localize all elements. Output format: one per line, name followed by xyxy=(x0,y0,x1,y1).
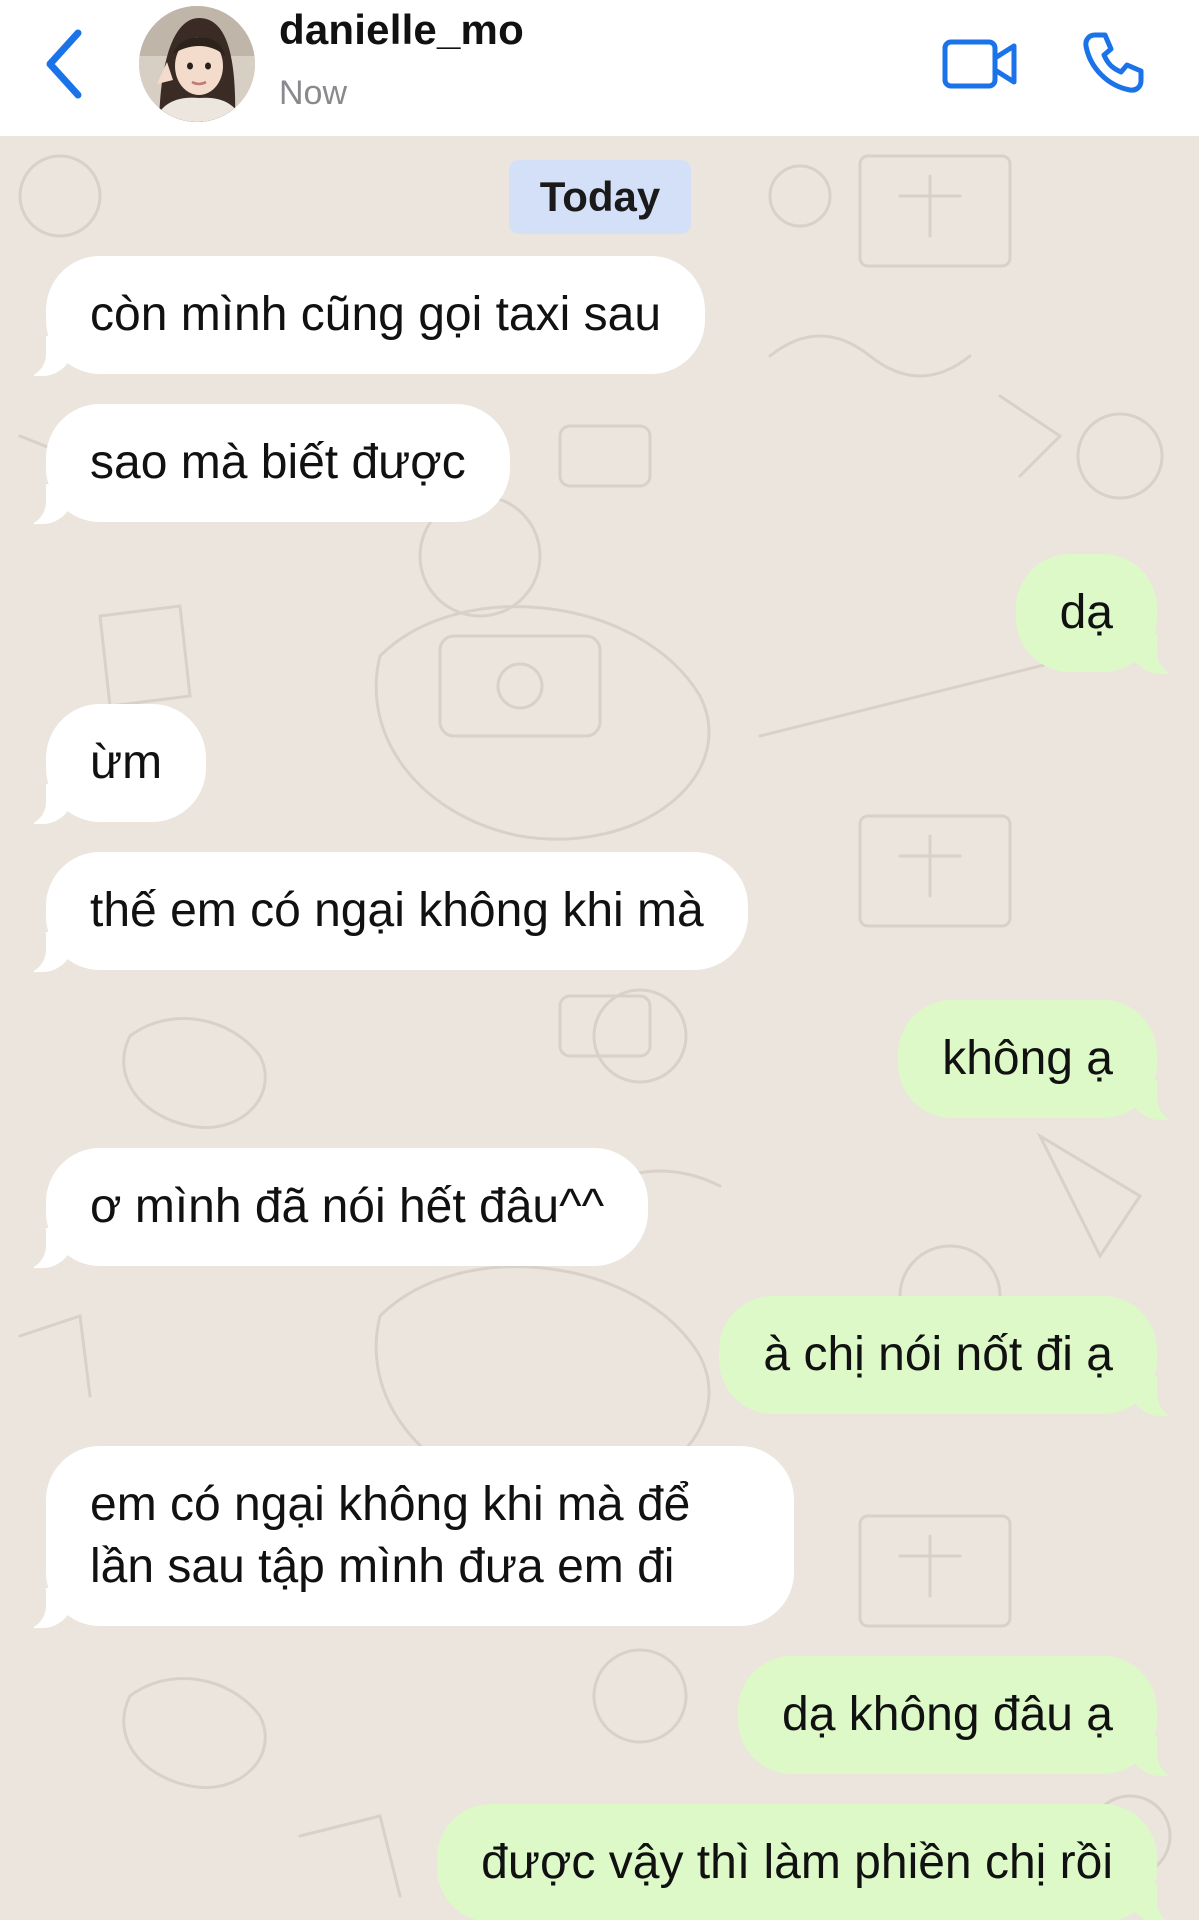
message-incoming[interactable]: thế em có ngại không khi mà xyxy=(20,852,748,974)
contact-photo xyxy=(139,6,255,122)
chat-area[interactable]: Today còn mình cũng gọi taxi sau sao mà … xyxy=(0,136,1199,1920)
video-call-button[interactable] xyxy=(940,34,1020,94)
contact-status: Now xyxy=(279,74,348,112)
message-incoming[interactable]: ừm xyxy=(19,704,207,826)
date-separator: Today xyxy=(509,160,691,234)
message-outgoing[interactable]: dạ không đâu ạ xyxy=(738,1656,1183,1778)
avatar[interactable] xyxy=(139,6,255,122)
chat-header: danielle_mo Now xyxy=(0,0,1199,136)
back-button[interactable] xyxy=(36,26,92,102)
message-outgoing[interactable]: được vậy thì làm phiền chị rồi xyxy=(437,1804,1183,1920)
message-incoming[interactable]: sao mà biết được xyxy=(20,404,510,526)
message-incoming[interactable]: em có ngại không khi mà để lần sau tập m… xyxy=(20,1446,794,1630)
video-camera-icon xyxy=(942,39,1017,89)
message-outgoing[interactable]: dạ xyxy=(1015,554,1184,676)
message-outgoing[interactable]: à chị nói nốt đi ạ xyxy=(719,1296,1183,1418)
message-outgoing[interactable]: không ạ xyxy=(898,1000,1183,1122)
voice-call-button[interactable] xyxy=(1078,28,1148,98)
chevron-left-icon xyxy=(46,29,82,99)
message-incoming[interactable]: ơ mình đã nói hết đâu^^ xyxy=(19,1148,649,1270)
message-incoming[interactable]: còn mình cũng gọi taxi sau xyxy=(19,256,706,378)
phone-icon xyxy=(1083,32,1144,93)
contact-name[interactable]: danielle_mo xyxy=(279,6,524,54)
